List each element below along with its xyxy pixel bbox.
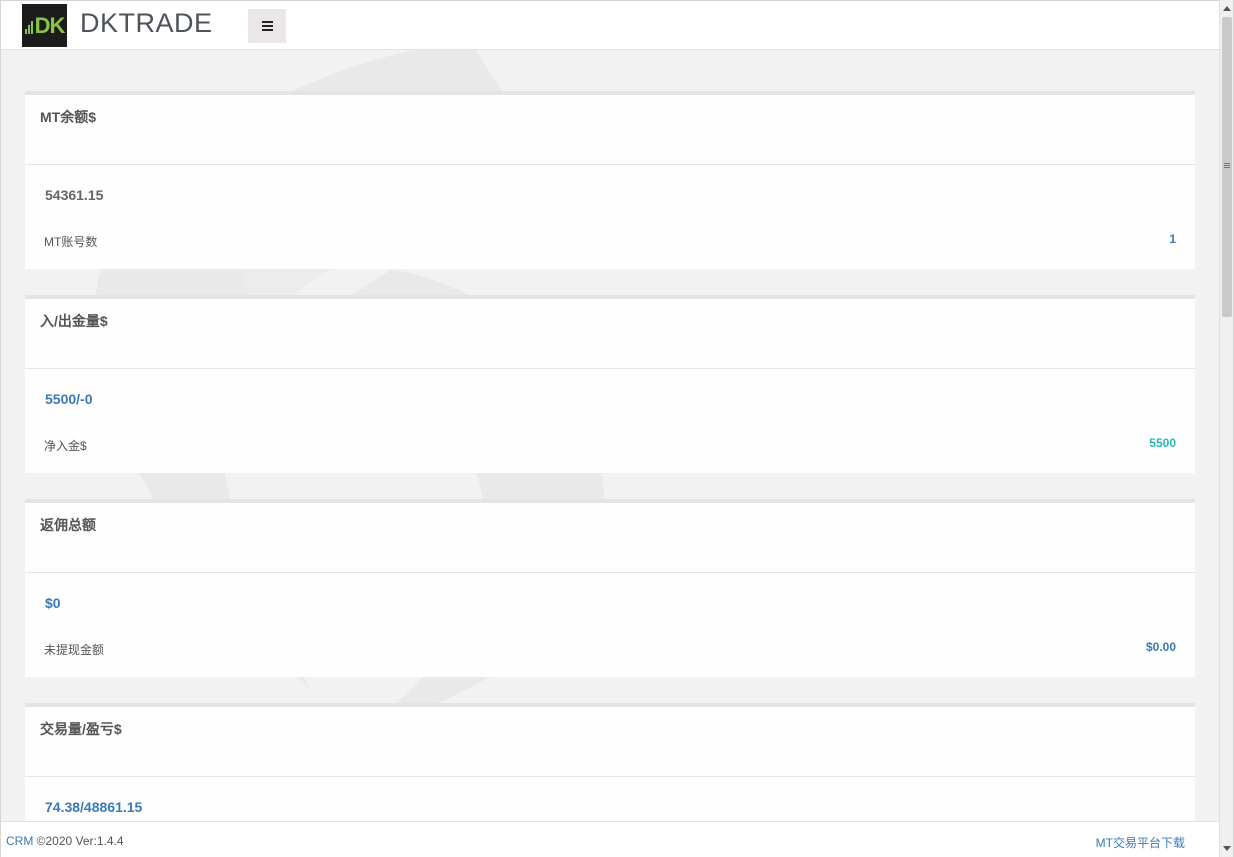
card-title: 返佣总额 bbox=[40, 517, 96, 533]
mt-account-count-label: MT账号数 bbox=[44, 235, 98, 249]
commission-total-value: $0 bbox=[45, 595, 61, 611]
logo-bars-icon bbox=[24, 18, 33, 34]
net-deposit-label: 净入金$ bbox=[44, 439, 87, 453]
card-divider bbox=[25, 572, 1195, 573]
mt-balance-card: MT余额$ 54361.15 MT账号数 1 bbox=[25, 91, 1195, 269]
mt-balance-value: 54361.15 bbox=[45, 187, 104, 203]
brand-name[interactable]: DKTRADE bbox=[80, 8, 213, 38]
card-divider bbox=[25, 368, 1195, 369]
deposit-withdraw-card: 入/出金量$ 5500/-0 净入金$ 5500 bbox=[25, 295, 1195, 473]
mt-account-count-value[interactable]: 1 bbox=[1169, 232, 1176, 246]
card-title: MT余额$ bbox=[40, 109, 96, 125]
hamburger-menu-icon bbox=[261, 19, 273, 33]
dk-logo[interactable]: DK bbox=[22, 4, 67, 47]
unwithdrawn-amount-label: 未提现金额 bbox=[44, 643, 105, 657]
unwithdrawn-amount-value: $0.00 bbox=[1145, 640, 1176, 654]
scroll-up-arrow-icon[interactable] bbox=[1223, 6, 1231, 11]
volume-pnl-value: 74.38/48861.15 bbox=[45, 799, 143, 815]
sidebar-toggle-button[interactable] bbox=[248, 9, 286, 43]
deposit-withdraw-value: 5500/-0 bbox=[45, 391, 93, 407]
scroll-down-arrow-icon[interactable] bbox=[1223, 846, 1231, 851]
main-content: MT余额$ 54361.15 MT账号数 1 入/出金量$ 5500/-0 净入… bbox=[1, 50, 1220, 821]
top-navbar: DK DKTRADE bbox=[1, 0, 1220, 50]
volume-pnl-card: 交易量/盈亏$ 74.38/48861.15 bbox=[25, 703, 1195, 821]
net-deposit-value: 5500 bbox=[1149, 436, 1176, 450]
card-divider bbox=[25, 164, 1195, 165]
card-title: 入/出金量$ bbox=[40, 313, 108, 329]
card-title: 交易量/盈亏$ bbox=[40, 721, 122, 737]
mt-platform-download-link[interactable]: MT交易平台下载 bbox=[1096, 834, 1185, 851]
copyright-text: ©2020 Ver:1.4.4 bbox=[33, 834, 124, 848]
page-footer: CRM ©2020 Ver:1.4.4 MT交易平台下载 bbox=[1, 821, 1220, 857]
commission-card: 返佣总额 $0 未提现金额 $0.00 bbox=[25, 499, 1195, 677]
crm-link[interactable]: CRM bbox=[6, 834, 33, 848]
vertical-scrollbar[interactable] bbox=[1219, 0, 1233, 857]
scrollbar-grip-icon bbox=[1224, 163, 1230, 169]
footer-copyright: CRM ©2020 Ver:1.4.4 bbox=[6, 834, 124, 848]
logo-text: DK bbox=[34, 12, 66, 38]
page: DK DKTRADE MT余额$ 54361.15 MT账号数 1 入/出金量$… bbox=[0, 0, 1234, 857]
card-divider bbox=[25, 776, 1195, 777]
